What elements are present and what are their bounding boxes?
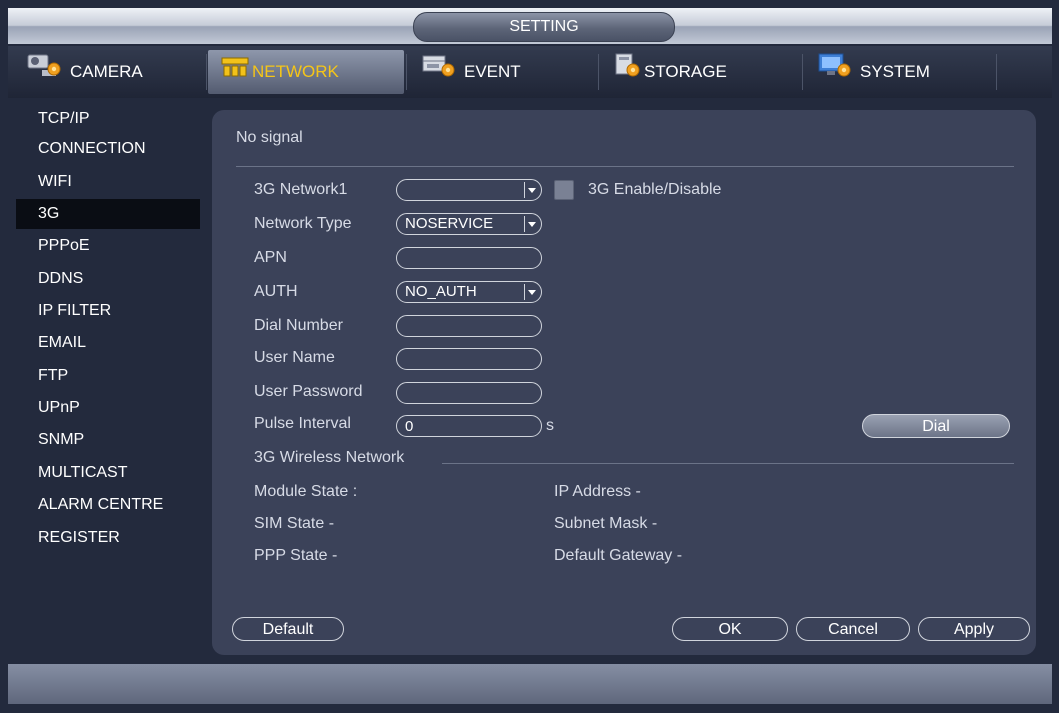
tab-separator (206, 54, 207, 90)
network-icon (220, 51, 250, 95)
dial-number-label: Dial Number (254, 317, 343, 334)
pulse-interval-input[interactable] (396, 415, 542, 437)
title-bar: SETTING (8, 8, 1052, 44)
divider (236, 166, 1014, 167)
user-password-label: User Password (254, 383, 363, 400)
status-bar (8, 664, 1052, 704)
tab-system-label: SYSTEM (860, 62, 930, 81)
network-sidebar: TCP/IP CONNECTION WIFI 3G PPPoE DDNS IP … (8, 100, 208, 656)
sidebar-item-tcpip[interactable]: TCP/IP (16, 104, 200, 134)
tab-network-label: NETWORK (252, 62, 339, 81)
module-state-label: Module State : (254, 483, 358, 500)
apn-label: APN (254, 249, 287, 266)
user-name-input[interactable] (396, 348, 542, 370)
sidebar-item-alarm-centre[interactable]: ALARM CENTRE (16, 490, 200, 520)
user-password-input[interactable] (396, 382, 542, 404)
divider (442, 463, 1014, 464)
sidebar-item-ip-filter[interactable]: IP FILTER (16, 296, 200, 326)
3g-settings-panel: No signal 3G Network1 3G Enable/Disable … (212, 110, 1036, 655)
storage-icon (612, 51, 642, 95)
tab-separator (598, 54, 599, 90)
sidebar-item-pppoe[interactable]: PPPoE (16, 231, 200, 261)
3g-enable-checkbox[interactable] (554, 180, 574, 200)
auth-label: AUTH (254, 283, 298, 300)
signal-status: No signal (236, 129, 303, 146)
system-icon (816, 51, 852, 95)
chevron-down-icon (524, 216, 539, 232)
tab-storage-label: STORAGE (644, 62, 727, 81)
dial-button[interactable]: Dial (862, 414, 1010, 438)
network-type-label: Network Type (254, 215, 352, 232)
camera-icon (26, 51, 62, 95)
apn-input[interactable] (396, 247, 542, 269)
network-type-value: NOSERVICE (405, 215, 494, 232)
sidebar-item-3g[interactable]: 3G (16, 199, 200, 229)
sidebar-item-email[interactable]: EMAIL (16, 328, 200, 358)
tab-separator (406, 54, 407, 90)
tab-separator (996, 54, 997, 90)
tab-event-label: EVENT (464, 62, 521, 81)
subnet-mask-label: Subnet Mask - (554, 515, 658, 532)
dial-number-input[interactable] (396, 315, 542, 337)
event-icon (420, 51, 456, 95)
tab-event[interactable]: EVENT (408, 50, 596, 94)
tab-camera[interactable]: CAMERA (14, 50, 202, 94)
ok-button[interactable]: OK (672, 617, 788, 641)
sidebar-item-ftp[interactable]: FTP (16, 361, 200, 391)
pulse-interval-label: Pulse Interval (254, 415, 351, 432)
main-tab-bar: CAMERA NETWORK EVENT STORAGE SYSTEM (8, 46, 1052, 98)
cancel-button[interactable]: Cancel (796, 617, 910, 641)
sidebar-item-ddns[interactable]: DDNS (16, 264, 200, 294)
window-title: SETTING (413, 12, 675, 42)
sidebar-item-multicast[interactable]: MULTICAST (16, 458, 200, 488)
tab-separator (802, 54, 803, 90)
dvr-settings-screen: SETTING CAMERA NETWORK EVENT STORAGE SYS… (0, 0, 1059, 713)
sidebar-item-wifi[interactable]: WIFI (16, 167, 200, 197)
auth-select[interactable]: NO_AUTH (396, 281, 542, 303)
user-name-label: User Name (254, 349, 335, 366)
tab-camera-label: CAMERA (70, 62, 143, 81)
chevron-down-icon (524, 182, 539, 198)
ppp-state-label: PPP State - (254, 547, 338, 564)
auth-value: NO_AUTH (405, 283, 477, 300)
3g-network-select[interactable] (396, 179, 542, 201)
default-button[interactable]: Default (232, 617, 344, 641)
tab-system[interactable]: SYSTEM (804, 50, 994, 94)
sidebar-item-snmp[interactable]: SNMP (16, 425, 200, 455)
pulse-interval-unit: s (546, 417, 554, 434)
default-gateway-label: Default Gateway - (554, 547, 683, 564)
network-type-select[interactable]: NOSERVICE (396, 213, 542, 235)
tab-network[interactable]: NETWORK (208, 50, 404, 94)
sidebar-item-register[interactable]: REGISTER (16, 523, 200, 553)
apply-button[interactable]: Apply (918, 617, 1030, 641)
sidebar-item-upnp[interactable]: UPnP (16, 393, 200, 423)
wireless-section-title: 3G Wireless Network (254, 449, 405, 466)
ip-address-label: IP Address - (554, 483, 641, 500)
sidebar-item-connection[interactable]: CONNECTION (16, 134, 200, 164)
sim-state-label: SIM State - (254, 515, 335, 532)
3g-network-label: 3G Network1 (254, 181, 348, 198)
chevron-down-icon (524, 284, 539, 300)
tab-storage[interactable]: STORAGE (600, 50, 800, 94)
3g-enable-label: 3G Enable/Disable (588, 181, 722, 198)
